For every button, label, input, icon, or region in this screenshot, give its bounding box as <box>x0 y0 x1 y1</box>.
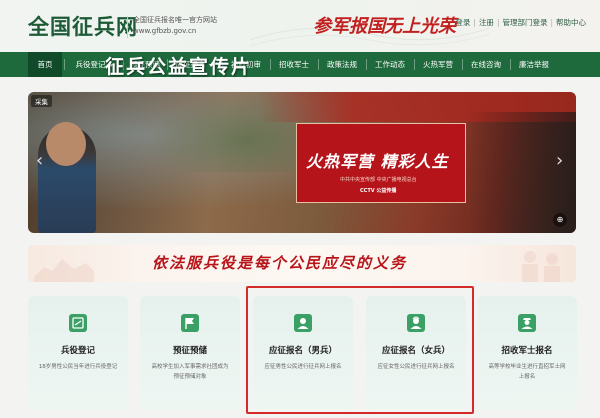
admin-login-link[interactable]: 管理部门登录 <box>502 18 547 27</box>
nav-news[interactable]: 工作动态 <box>368 52 412 77</box>
card-title: 预征预储 <box>172 346 207 356</box>
chevron-left-icon[interactable]: ‹ <box>36 152 43 170</box>
banner-red-title: 火热军营 精彩人生 <box>306 152 449 171</box>
card-pre-enlistment[interactable]: 预征预储 高校学生加入军事需求社团成为预征预储对象 <box>140 296 240 410</box>
nav-report[interactable]: 廉洁举报 <box>512 52 556 77</box>
nav-policies[interactable]: 政策法规 <box>320 52 364 77</box>
banner-red-subtitle: 中共中央宣传部 中央广播电视总台 <box>340 177 417 183</box>
logo-url: www.gfbzb.gov.cn <box>133 27 197 35</box>
slogan-strip-text: 依法服兵役是每个公民应尽的义务 <box>152 254 408 272</box>
banner-cctv-label: CCTV 公益传播 <box>360 188 397 194</box>
site-logo[interactable]: 全国征兵网 <box>28 11 138 41</box>
main-nav: 首页 兵役登记 预征预储 应征报名 初检初审 招收军士 政策法规 工作动态 火热… <box>0 52 600 77</box>
slogan-join-army: 参军报国 <box>313 16 385 37</box>
card-title: 招收军士报名 <box>501 346 553 356</box>
highlight-box <box>246 286 474 414</box>
register-link[interactable]: 注册 <box>479 18 494 27</box>
slogan-glory: 无上光荣 <box>384 16 456 37</box>
top-links: 登录 | 注册 | 管理部门登录 | 帮助中心 <box>455 18 586 27</box>
chevron-right-icon[interactable]: › <box>556 152 563 170</box>
nav-barracks[interactable]: 火热军营 <box>416 52 460 77</box>
great-wall-decoration <box>34 259 94 282</box>
card-description: 18岁男性公民当年进行兵役登记 <box>38 364 118 370</box>
nav-nco-recruit[interactable]: 招收军士 <box>272 52 316 77</box>
flag-icon <box>181 314 199 332</box>
card-military-registration[interactable]: 兵役登记 18岁男性公民当年进行兵役登记 <box>28 296 128 410</box>
banner-person-head <box>46 122 86 166</box>
nav-online-consult[interactable]: 在线咨询 <box>464 52 508 77</box>
logo-tagline: 全国征兵报名唯一官方网站 <box>133 16 217 24</box>
help-center-link[interactable]: 帮助中心 <box>556 18 586 27</box>
nav-home[interactable]: 首页 <box>28 52 62 77</box>
site-header: 全国征兵网 全国征兵报名唯一官方网站 www.gfbzb.gov.cn 参军报国… <box>0 0 600 52</box>
id-card-icon <box>69 314 87 332</box>
login-link[interactable]: 登录 <box>455 18 470 27</box>
banner-tag: 采集 <box>31 95 52 107</box>
card-description: 高校学生加入军事需求社团成为预征预储对象 <box>151 364 229 380</box>
soldier-salute-decoration <box>522 251 560 282</box>
banner-title: 征兵公益宣传片 <box>105 56 253 78</box>
logo-divider <box>127 16 128 38</box>
share-icon[interactable]: ⊕ <box>553 213 567 227</box>
soldier-icon <box>518 314 536 332</box>
card-title: 兵役登记 <box>60 346 95 356</box>
card-nco-signup[interactable]: 招收军士报名 高等学校毕业生进行直招军士网上报名 <box>477 296 577 410</box>
card-description: 高等学校毕业生进行直招军士网上报名 <box>488 364 566 380</box>
